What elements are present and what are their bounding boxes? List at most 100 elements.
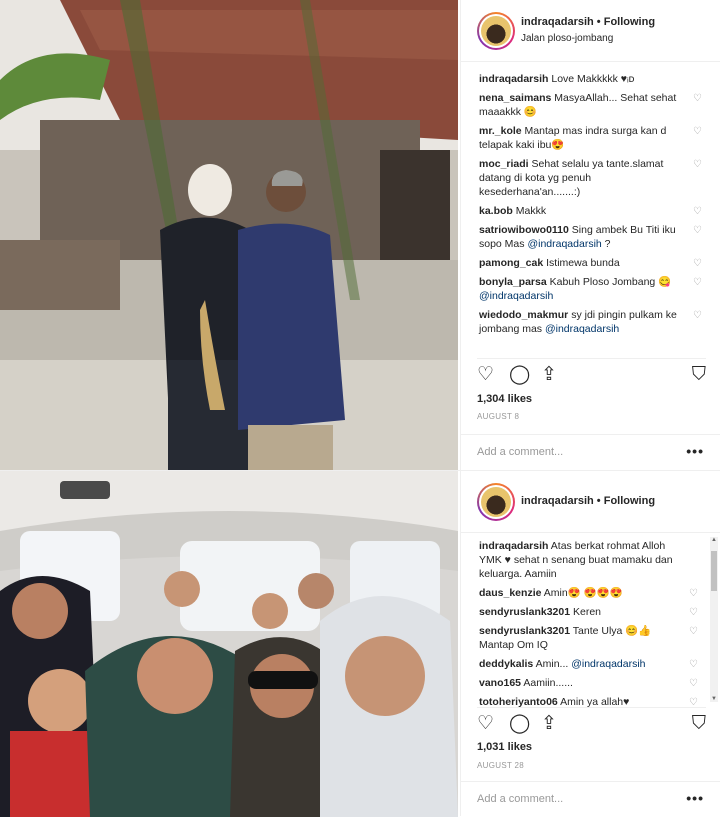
comment: mr._kole Mantap mas indra surga kan d te… — [479, 124, 702, 152]
post-2-actions: ♡ ◯ ⇪ ⛉ — [477, 707, 706, 737]
avatar[interactable] — [477, 483, 515, 521]
comment-user[interactable]: sendyruslank3201 — [479, 606, 570, 618]
comment-user[interactable]: deddykalis — [479, 658, 533, 670]
comment: sendyruslank3201 Keren ♡ — [479, 605, 698, 619]
comment-user[interactable]: bonyla_parsa — [479, 276, 547, 288]
comment: pamong_cak Istimewa bunda ♡ — [479, 256, 702, 270]
likes-count[interactable]: 1,031 likes — [477, 741, 532, 753]
comment-user[interactable]: ka.bob — [479, 205, 513, 217]
comment-like-icon[interactable]: ♡ — [693, 92, 702, 106]
post-2: indraqadarsih • Following indraqadarsih … — [0, 470, 720, 817]
comment: satriowibowo0110 Sing ambek Bu Titi iku … — [479, 223, 702, 251]
comment: deddykalis Amin... @indraqadarsih ♡ — [479, 657, 698, 671]
comment-text: Love Makkkkk ♥ᵢᴅ — [548, 73, 635, 85]
comment-user[interactable]: vano165 — [479, 677, 521, 689]
comment: moc_riadi Sehat selalu ya tante.slamat d… — [479, 157, 702, 199]
comment-text: Kabuh Ploso Jombang 😋 — [546, 276, 672, 288]
comment-like-icon[interactable]: ♡ — [693, 224, 702, 238]
comment: wiedodo_makmur sy jdi pingin pulkam ke j… — [479, 308, 702, 336]
bookmark-icon[interactable]: ⛉ — [692, 365, 706, 384]
post-1-sidebar: indraqadarsih • Following Jalan ploso-jo… — [460, 0, 720, 470]
comment-text: Amin... — [533, 658, 572, 670]
add-comment-bar: Add a comment... ••• — [461, 781, 720, 817]
comment-like-icon[interactable]: ♡ — [689, 606, 698, 620]
post-2-sidebar: indraqadarsih • Following indraqadarsih … — [460, 471, 720, 816]
post-1-actions: ♡ ◯ ⇪ ⛉ — [477, 358, 706, 388]
comment-like-icon[interactable]: ♡ — [689, 677, 698, 691]
add-comment-bar: Add a comment... ••• — [461, 434, 720, 470]
post-date: AUGUST 28 — [477, 761, 525, 770]
share-icon[interactable]: ⇪ — [541, 365, 557, 384]
heart-outline-icon[interactable]: ♡ — [477, 714, 494, 733]
comment-like-icon[interactable]: ♡ — [693, 205, 702, 219]
scrollbar-thumb[interactable] — [711, 551, 717, 591]
comment-bubble-icon[interactable]: ◯ — [509, 365, 530, 384]
post-2-photo[interactable] — [0, 471, 458, 817]
following-button[interactable]: Following — [604, 16, 655, 28]
comment: ka.bob Makkk ♡ — [479, 204, 702, 218]
comment-text: Amin😍 😍😍😍 — [541, 587, 623, 599]
comment-user[interactable]: indraqadarsih — [479, 540, 548, 552]
comment-text: Aamiin...... — [521, 677, 573, 689]
comment-text: Makkk — [512, 205, 547, 217]
village-photo — [0, 0, 458, 470]
post-2-header: indraqadarsih • Following — [461, 471, 720, 533]
post-header-user: indraqadarsih • Following — [521, 16, 655, 28]
comment-bubble-icon[interactable]: ◯ — [509, 714, 530, 733]
mention-link[interactable]: @indraqadarsih — [479, 290, 553, 302]
comment-like-icon[interactable]: ♡ — [693, 158, 702, 172]
comment-user[interactable]: wiedodo_makmur — [479, 309, 568, 321]
comment-like-icon[interactable]: ♡ — [689, 625, 698, 639]
comment-text: Istimewa bunda — [543, 257, 620, 269]
comment-user[interactable]: moc_riadi — [479, 158, 529, 170]
comments-list: indraqadarsih Love Makkkkk ♥ᵢᴅ nena_saim… — [461, 62, 720, 336]
mention-link[interactable]: @indraqadarsih — [527, 238, 601, 250]
comments-scrollbar[interactable]: ▲ ▼ — [710, 537, 718, 702]
scroll-up-icon[interactable]: ▲ — [710, 537, 718, 543]
comment: nena_saimans MasyaAllah... Sehat sehat m… — [479, 91, 702, 119]
comment-like-icon[interactable]: ♡ — [693, 257, 702, 271]
mention-link[interactable]: @indraqadarsih — [545, 323, 619, 335]
post-1: indraqadarsih • Following Jalan ploso-jo… — [0, 0, 720, 470]
comment: sendyruslank3201 Tante Ulya 😊👍 Mantap Om… — [479, 624, 698, 652]
more-options-icon[interactable]: ••• — [686, 790, 704, 806]
likes-count[interactable]: 1,304 likes — [477, 393, 532, 405]
comment-user[interactable]: sendyruslank3201 — [479, 625, 570, 637]
comment-user[interactable]: daus_kenzie — [479, 587, 541, 599]
comment-tail: ? — [601, 238, 611, 250]
comment-like-icon[interactable]: ♡ — [693, 309, 702, 323]
comment-user[interactable]: nena_saimans — [479, 92, 551, 104]
share-icon[interactable]: ⇪ — [541, 714, 557, 733]
more-options-icon[interactable]: ••• — [686, 443, 704, 459]
separator-dot: • — [593, 16, 604, 28]
comment: daus_kenzie Amin😍 😍😍😍 ♡ — [479, 586, 698, 600]
add-comment-input[interactable]: Add a comment... — [477, 446, 563, 458]
scroll-down-icon[interactable]: ▼ — [710, 696, 718, 702]
separator-dot: • — [593, 495, 604, 507]
comment-like-icon[interactable]: ♡ — [693, 276, 702, 290]
mention-link[interactable]: @indraqadarsih — [571, 658, 645, 670]
post-1-photo[interactable] — [0, 0, 458, 470]
comment-user[interactable]: pamong_cak — [479, 257, 543, 269]
add-comment-input[interactable]: Add a comment... — [477, 793, 563, 805]
location-link[interactable]: Jalan ploso-jombang — [521, 33, 613, 44]
comment-user[interactable]: indraqadarsih — [479, 73, 548, 85]
following-button[interactable]: Following — [604, 495, 655, 507]
comment-like-icon[interactable]: ♡ — [689, 587, 698, 601]
post-date: AUGUST 8 — [477, 412, 520, 421]
heart-outline-icon[interactable]: ♡ — [477, 365, 494, 384]
comment: bonyla_parsa Kabuh Ploso Jombang 😋 @indr… — [479, 275, 702, 303]
comment-like-icon[interactable]: ♡ — [693, 125, 702, 139]
comment-text: Keren — [570, 606, 601, 618]
bookmark-icon[interactable]: ⛉ — [692, 714, 706, 733]
post-1-header: indraqadarsih • Following Jalan ploso-jo… — [461, 0, 720, 62]
username-link[interactable]: indraqadarsih — [521, 495, 594, 507]
comment: vano165 Aamiin...... ♡ — [479, 676, 698, 690]
comment-like-icon[interactable]: ♡ — [689, 658, 698, 672]
username-link[interactable]: indraqadarsih — [521, 16, 594, 28]
comment-user[interactable]: mr._kole — [479, 125, 522, 137]
comment: indraqadarsih Atas berkat rohmat Alloh Y… — [479, 539, 698, 581]
avatar[interactable] — [477, 12, 515, 50]
comment-user[interactable]: satriowibowo0110 — [479, 224, 569, 236]
post-header-user: indraqadarsih • Following — [521, 495, 655, 507]
